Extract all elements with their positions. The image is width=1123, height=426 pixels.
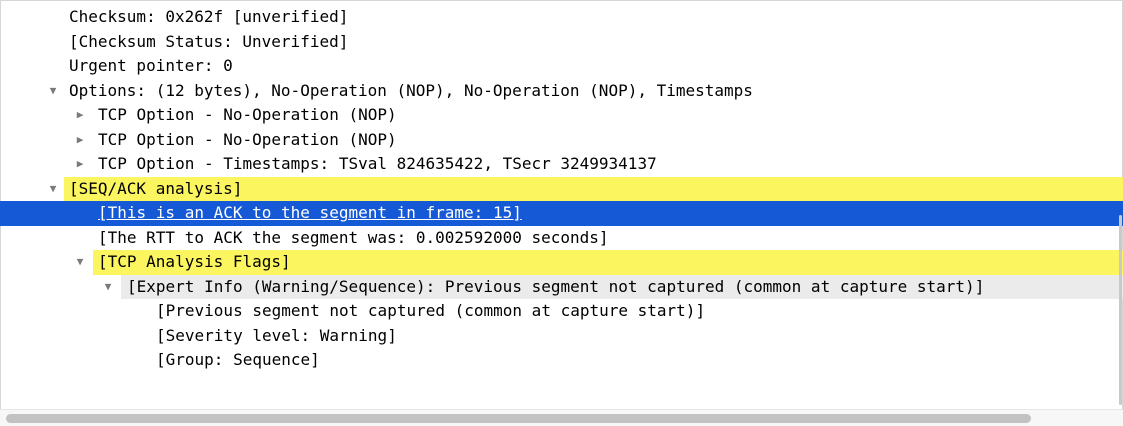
tree-row-group[interactable]: [Group: Sequence] [0,348,1123,373]
tree-row-label: [Previous segment not captured (common a… [156,301,706,320]
tree-row-tcp-option-timestamps[interactable]: ▶ TCP Option - Timestamps: TSval 8246354… [0,152,1123,177]
tree-row-label: [Severity level: Warning] [156,325,397,345]
triangle-right-icon[interactable]: ▶ [73,103,87,128]
tree-row-label: [Checksum Status: Unverified] [69,31,349,51]
packet-details-pane: Checksum: 0x262f [unverified] [Checksum … [0,0,1123,426]
tree-row-label: Checksum: 0x262f [unverified] [69,7,349,26]
tree-row-tcp-option-nop-1[interactable]: ▶ TCP Option - No-Operation (NOP) [0,103,1123,128]
tree-row-label: Urgent pointer: 0 [69,56,233,75]
tree-row-expert-info[interactable]: ▼ [Expert Info (Warning/Sequence): Previ… [0,274,1123,300]
tree-row-ack-to-segment[interactable]: [This is an ACK to the segment in frame:… [0,201,1123,226]
tree-row-label: [Group: Sequence] [156,350,320,369]
triangle-down-icon[interactable]: ▼ [46,177,60,202]
triangle-down-icon[interactable]: ▼ [46,79,60,104]
tree-row-checksum-status[interactable]: [Checksum Status: Unverified] [0,30,1123,55]
tree-row-label: TCP Option - Timestamps: TSval 824635422… [98,154,657,173]
tree-row-label: TCP Option - No-Operation (NOP) [98,129,397,149]
horizontal-scroll-thumb[interactable] [6,414,1031,423]
tree-row-tcp-option-nop-2[interactable]: ▶ TCP Option - No-Operation (NOP) [0,128,1123,153]
tree-row-severity-level[interactable]: [Severity level: Warning] [0,324,1123,349]
tree-row-label: [The RTT to ACK the segment was: 0.00259… [98,227,609,247]
tree-row-options[interactable]: ▼ Options: (12 bytes), No-Operation (NOP… [0,79,1123,104]
triangle-down-icon[interactable]: ▼ [73,250,87,275]
triangle-right-icon[interactable]: ▶ [73,128,87,153]
tree-row-checksum[interactable]: Checksum: 0x262f [unverified] [0,5,1123,30]
vertical-scrollbar[interactable] [1119,215,1122,405]
tree-row-rtt[interactable]: [The RTT to ACK the segment was: 0.00259… [0,226,1123,251]
tree-row-seq-ack-analysis[interactable]: ▼ [SEQ/ACK analysis] [0,176,1123,202]
tree-row-label: TCP Option - No-Operation (NOP) [98,105,397,124]
tree-row-urgent-pointer[interactable]: Urgent pointer: 0 [0,54,1123,79]
tree-row-label: [SEQ/ACK analysis] [69,178,243,198]
triangle-down-icon[interactable]: ▼ [101,275,115,300]
tree-row-label: [Expert Info (Warning/Sequence): Previou… [127,276,985,296]
tree-row-tcp-analysis-flags[interactable]: ▼ [TCP Analysis Flags] [0,250,1123,275]
protocol-tree: Checksum: 0x262f [unverified] [Checksum … [0,5,1123,373]
tree-row-label: [TCP Analysis Flags] [98,252,291,271]
tree-row-label: Options: (12 bytes), No-Operation (NOP),… [69,80,753,100]
pane-top-border [0,0,1123,1]
triangle-right-icon[interactable]: ▶ [73,152,87,177]
tree-row-label: [This is an ACK to the segment in frame:… [98,203,522,222]
tree-row-previous-segment[interactable]: [Previous segment not captured (common a… [0,299,1123,324]
horizontal-scrollbar[interactable] [0,409,1123,426]
